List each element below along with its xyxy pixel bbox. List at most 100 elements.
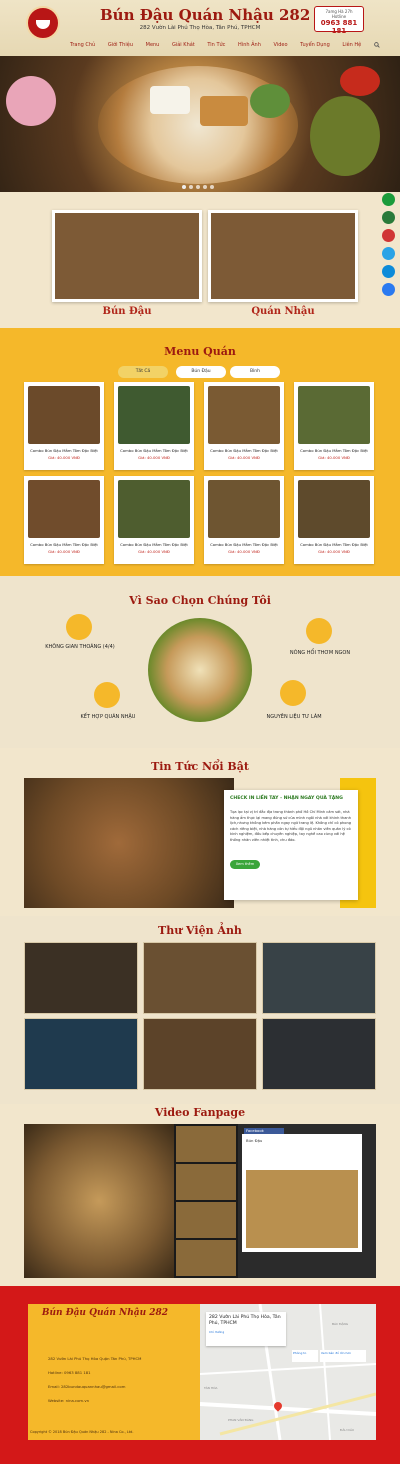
nav-images[interactable]: Hình Ảnh (238, 42, 261, 48)
news-more-button[interactable]: Xem thêm (230, 860, 260, 869)
nav-home[interactable]: Trang Chủ (70, 42, 95, 48)
message-icon[interactable] (382, 229, 395, 242)
menu-item-name[interactable]: Combo Bún Đậu Mắm Tôm Đặc Biệt (114, 542, 194, 547)
hotline-number[interactable]: 0963 881 181 (315, 19, 363, 35)
category-label-bundau[interactable]: Bún Đậu (52, 306, 202, 317)
menu-item-photo[interactable] (298, 386, 370, 444)
slider-dot[interactable] (203, 185, 207, 189)
contact-sidebar (382, 193, 398, 301)
menu-item-photo[interactable] (208, 386, 280, 444)
tab-all[interactable]: Tất Cả (118, 366, 168, 378)
gallery-image[interactable] (24, 942, 138, 1014)
map-street-label: TÂN HÒA (204, 1386, 218, 1390)
video-thumb[interactable] (176, 1202, 236, 1238)
menu-item-name[interactable]: Combo Bún Đậu Mắm Tôm Đặc Biệt (24, 542, 104, 547)
news-image[interactable] (24, 778, 234, 908)
slider-dots (182, 185, 214, 189)
menu-item[interactable]: Combo Bún Đậu Mắm Tôm Đặc Biệt Giá: 40.00… (24, 382, 104, 470)
logo-bowl-icon[interactable] (26, 6, 60, 40)
hero-banner (0, 56, 400, 192)
menu-item-photo[interactable] (118, 386, 190, 444)
menu-item-price: Giá: 40.000 VNĐ (138, 455, 170, 460)
google-map[interactable]: 282 Vườn Lài Phú Thọ Hòa, Tân Phú, TPHCM… (200, 1304, 376, 1440)
map-directions-link[interactable]: Chỉ đường (209, 1330, 283, 1334)
footer-hotline[interactable]: Hotline: 0963 881 181 (48, 1370, 91, 1375)
nav-news[interactable]: Tin Tức (207, 42, 225, 48)
menu-title: Menu Quán (164, 345, 236, 358)
video-thumb[interactable] (176, 1164, 236, 1200)
menu-item-name[interactable]: Combo Bún Đậu Mắm Tôm Đặc Biệt (204, 448, 284, 453)
space-icon (66, 614, 92, 640)
map-zoom-link[interactable]: Phóng to (292, 1350, 318, 1362)
zalo-icon[interactable] (382, 265, 395, 278)
news-dot[interactable] (253, 895, 256, 898)
menu-item[interactable]: Combo Bún Đậu Mắm Tôm Đặc Biệt Giá: 40.00… (24, 476, 104, 564)
gallery-image[interactable] (143, 942, 257, 1014)
menu-item-photo[interactable] (28, 480, 100, 538)
hero-lotus (6, 76, 56, 126)
menu-item-price: Giá: 40.000 VNĐ (48, 549, 80, 554)
nav-drinks[interactable]: Giải Khát (172, 42, 195, 48)
gallery-image[interactable] (143, 1018, 257, 1090)
nav-about[interactable]: Giới Thiệu (108, 42, 133, 48)
video-player[interactable] (24, 1124, 174, 1278)
facebook-page-box[interactable]: Bún Đậu (242, 1134, 362, 1252)
category-label-quannhau[interactable]: Quán Nhậu (208, 306, 358, 317)
news-body: Tọa lạc tại vị trí đắc địa trong thành p… (230, 810, 352, 842)
menu-item[interactable]: Combo Bún Đậu Mắm Tôm Đặc Biệt Giá: 40.00… (204, 476, 284, 564)
menu-item-price: Giá: 40.000 VNĐ (228, 549, 260, 554)
brand-title[interactable]: Bún Đậu Quán Nhậu 282 (100, 6, 310, 24)
menu-item-photo[interactable] (208, 480, 280, 538)
sms-icon[interactable] (382, 247, 395, 260)
search-icon[interactable] (374, 42, 380, 48)
video-thumb[interactable] (176, 1240, 236, 1276)
tab-bundau[interactable]: Bún Đậu (176, 366, 226, 378)
menu-item-name[interactable]: Combo Bún Đậu Mắm Tôm Đặc Biệt (24, 448, 104, 453)
menu-item[interactable]: Combo Bún Đậu Mắm Tôm Đặc Biệt Giá: 40.00… (294, 382, 374, 470)
facebook-page-name[interactable]: Bún Đậu (246, 1138, 262, 1143)
menu-item[interactable]: Combo Bún Đậu Mắm Tôm Đặc Biệt Giá: 40.00… (114, 382, 194, 470)
menu-item-name[interactable]: Combo Bún Đậu Mắm Tôm Đặc Biệt (204, 542, 284, 547)
nav-contact[interactable]: Liên Hệ (342, 42, 361, 48)
nav-video[interactable]: Video (274, 42, 288, 48)
map-larger-link[interactable]: Xem bản đồ lớn hơn (320, 1350, 366, 1362)
gallery-image[interactable] (262, 942, 376, 1014)
slider-dot[interactable] (210, 185, 214, 189)
menu-item-name[interactable]: Combo Bún Đậu Mắm Tôm Đặc Biệt (294, 448, 374, 453)
news-dot[interactable] (263, 895, 266, 898)
category-card-quannhau[interactable] (208, 210, 358, 302)
menu-item-photo[interactable] (118, 480, 190, 538)
slider-dot[interactable] (196, 185, 200, 189)
menu-item-name[interactable]: Combo Bún Đậu Mắm Tôm Đặc Biệt (294, 542, 374, 547)
hero-greens (250, 84, 290, 118)
menu-item-name[interactable]: Combo Bún Đậu Mắm Tôm Đặc Biệt (114, 448, 194, 453)
basket-icon (280, 680, 306, 706)
nav-recruit[interactable]: Tuyển Dụng (300, 42, 330, 48)
tab-binh[interactable]: Bình (230, 366, 280, 378)
footer-copyright: Copyright © 2018 Bún Đậu Quán Nhậu 282 -… (30, 1430, 134, 1434)
call-icon[interactable] (382, 211, 395, 224)
gallery-image[interactable] (262, 1018, 376, 1090)
menu-item-photo[interactable] (28, 386, 100, 444)
messenger-icon[interactable] (382, 283, 395, 296)
phone-icon[interactable] (382, 193, 395, 206)
footer-email[interactable]: Email: 282bundauquannhau@gmail.com (48, 1384, 125, 1389)
video-thumb[interactable] (176, 1126, 236, 1162)
menu-item[interactable]: Combo Bún Đậu Mắm Tôm Đặc Biệt Giá: 40.00… (294, 476, 374, 564)
menu-item[interactable]: Combo Bún Đậu Mắm Tôm Đặc Biệt Giá: 40.00… (204, 382, 284, 470)
news-dot[interactable] (258, 895, 261, 898)
slider-dot[interactable] (182, 185, 186, 189)
menu-item[interactable]: Combo Bún Đậu Mắm Tôm Đặc Biệt Giá: 40.00… (114, 476, 194, 564)
slider-dot[interactable] (189, 185, 193, 189)
news-headline[interactable]: CHECK IN LIỀN TAY - NHẬN NGAY QUÀ TẶNG (230, 796, 354, 801)
hero-chili (340, 66, 380, 96)
hotline-box[interactable]: 7amg Hà 27h Hotline 0963 881 181 (314, 6, 364, 35)
category-card-bundau[interactable] (52, 210, 202, 302)
footer-website[interactable]: Website: nina.com.vn (48, 1398, 89, 1403)
why-item-drink: KẾT HỢP QUÁN NHẬU (80, 714, 136, 720)
menu-item-photo[interactable] (298, 480, 370, 538)
nav-menu[interactable]: Menu (146, 42, 160, 48)
hero-herbs (310, 96, 380, 176)
menu-item-price: Giá: 40.000 VNĐ (228, 455, 260, 460)
gallery-image[interactable] (24, 1018, 138, 1090)
